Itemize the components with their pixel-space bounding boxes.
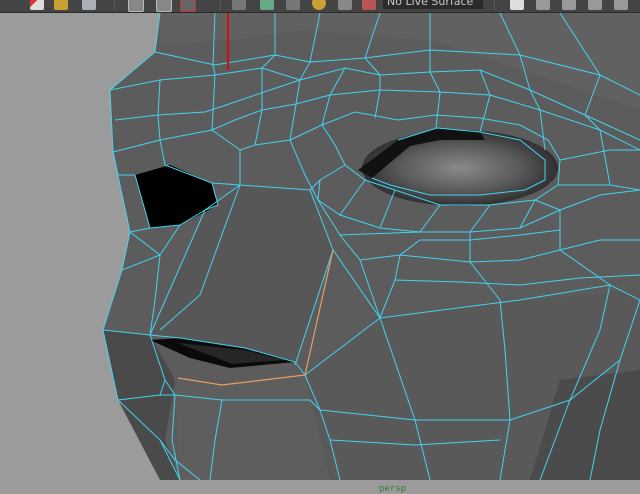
open-icon[interactable] (54, 0, 68, 10)
camera-icon[interactable] (510, 0, 524, 10)
view-snap-icon[interactable] (312, 0, 326, 10)
select-icon[interactable] (128, 0, 144, 12)
make-live-icon[interactable] (588, 0, 602, 10)
toolbar-separator (494, 0, 495, 10)
history-icon[interactable] (362, 0, 376, 10)
live-icon[interactable] (338, 0, 352, 10)
curve-snap-icon[interactable] (260, 0, 274, 10)
camera-label: persp (379, 484, 407, 494)
toolbar-separator (114, 0, 115, 10)
toolbar-separator (220, 0, 221, 10)
live-surface-field[interactable]: No Live Surface (383, 0, 483, 9)
perspective-viewport[interactable]: persp (0, 13, 640, 494)
head-mesh[interactable] (103, 13, 640, 480)
paint-select-icon[interactable] (180, 0, 196, 12)
render-view-icon[interactable] (536, 0, 550, 10)
point-snap-icon[interactable] (286, 0, 300, 10)
grid-snap-icon[interactable] (232, 0, 246, 10)
status-toolbar: No Live Surface (0, 0, 640, 13)
viewport-canvas[interactable] (0, 13, 640, 480)
ipr-icon[interactable] (562, 0, 576, 10)
render-icon[interactable] (30, 0, 44, 10)
render-settings-icon[interactable] (614, 0, 628, 10)
lower-face-shade (175, 375, 330, 480)
save-icon[interactable] (82, 0, 96, 10)
lasso-icon[interactable] (156, 0, 172, 12)
